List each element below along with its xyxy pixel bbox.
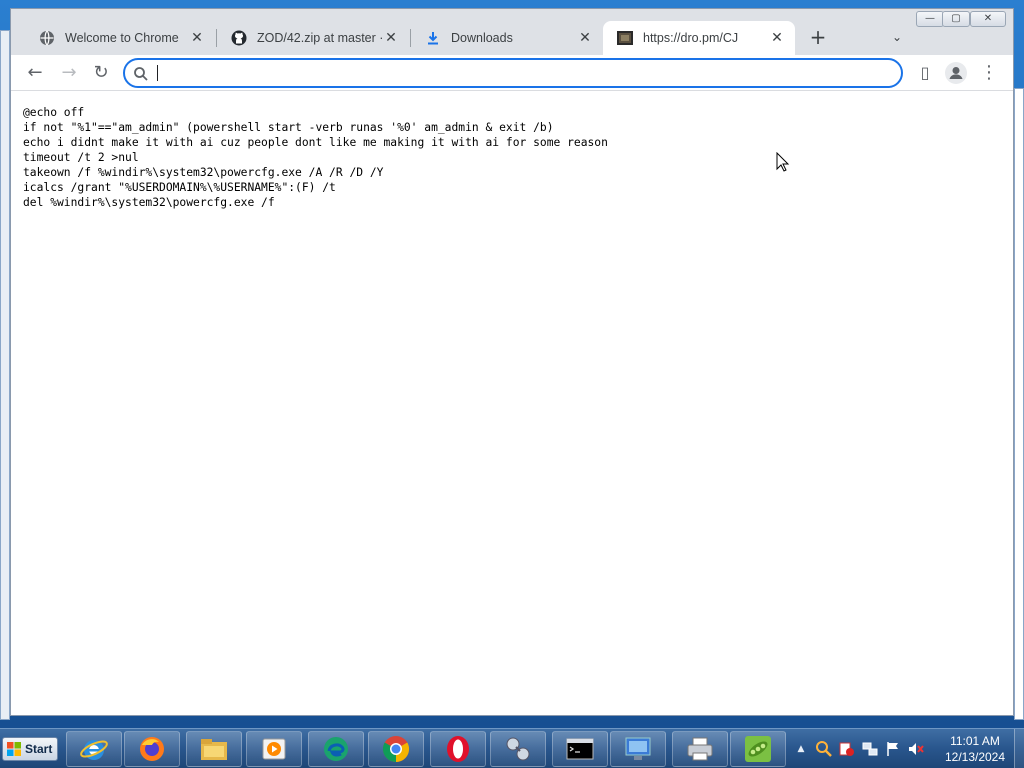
text-caret <box>157 65 158 81</box>
new-tab-button[interactable]: + <box>806 25 830 49</box>
globe-icon <box>39 30 55 46</box>
start-button[interactable]: Start <box>2 737 58 761</box>
clock[interactable]: 11:01 AM 12/13/2024 <box>940 733 1010 765</box>
printer-icon <box>687 737 713 761</box>
page-content: @echo off if not "%1"=="am_admin" (powers… <box>11 91 1013 715</box>
script-line: echo i didnt make it with ai cuz people … <box>23 136 608 149</box>
desktop: Welcome to Chrome ✕ ZOD/42.zip at master… <box>0 0 1024 728</box>
opera-icon <box>447 736 469 762</box>
security-tray-icon[interactable] <box>838 740 856 758</box>
tab-close-icon[interactable]: ✕ <box>769 30 785 46</box>
script-line: timeout /t 2 >nul <box>23 151 139 164</box>
file-explorer-icon <box>201 739 227 760</box>
taskbar-network-tool[interactable] <box>490 731 546 767</box>
reload-button[interactable]: ↻ <box>89 61 113 85</box>
address-bar[interactable] <box>123 58 903 88</box>
windows-logo-icon <box>7 742 21 756</box>
tab-welcome[interactable]: Welcome to Chrome ✕ <box>25 21 215 55</box>
chrome-icon <box>382 736 410 763</box>
taskbar-edge[interactable] <box>308 731 364 767</box>
tab-title: https://dro.pm/CJ <box>643 31 739 45</box>
tab-close-icon[interactable]: ✕ <box>577 30 593 46</box>
network-tool-icon <box>506 737 530 761</box>
script-line: if not "%1"=="am_admin" (powershell star… <box>23 121 554 134</box>
minimize-button[interactable]: — <box>916 11 944 27</box>
browser-toolbar: ← → ↻ ▯ ⋮ <box>11 55 1013 91</box>
control-panel-icon <box>625 737 651 760</box>
tab-title: Downloads <box>451 31 513 45</box>
script-line: takeown /f %windir%\system32\powercfg.ex… <box>23 166 384 179</box>
show-hidden-icons-button[interactable]: ▲ <box>792 740 810 758</box>
tab-close-icon[interactable]: ✕ <box>383 30 399 46</box>
internet-explorer-icon <box>80 740 108 760</box>
tab-downloads[interactable]: Downloads ✕ <box>411 21 603 55</box>
forward-button[interactable]: → <box>57 61 81 85</box>
download-icon <box>425 30 441 46</box>
tab-dro-pm[interactable]: https://dro.pm/CJ ✕ <box>603 21 795 55</box>
taskbar-file-explorer[interactable] <box>186 731 242 767</box>
taskbar-printer[interactable] <box>672 731 728 767</box>
mouse-pointer-icon <box>776 152 790 172</box>
address-input[interactable] <box>155 64 875 82</box>
start-label: Start <box>25 742 53 756</box>
tab-title: Welcome to Chrome <box>65 31 179 45</box>
script-line: del %windir%\system32\powercfg.exe /f <box>23 196 275 209</box>
edge-icon <box>324 737 348 761</box>
back-button[interactable]: ← <box>23 61 47 85</box>
close-window-button[interactable]: ✕ <box>970 11 1006 27</box>
taskbar: Start ▲ 11:01 AM 12/13/2024 <box>0 728 1024 768</box>
peazip-icon <box>745 736 771 762</box>
background-window-edge-left <box>0 30 10 720</box>
taskbar-opera[interactable] <box>430 731 486 767</box>
taskbar-media-player[interactable] <box>246 731 302 767</box>
firefox-icon <box>140 737 164 761</box>
tab-close-icon[interactable]: ✕ <box>189 30 205 46</box>
background-window-edge <box>1014 88 1024 720</box>
system-tray: ▲ <box>792 735 930 763</box>
media-player-icon <box>262 738 286 760</box>
command-prompt-icon <box>566 738 594 760</box>
taskbar-command-prompt[interactable] <box>552 731 608 767</box>
chrome-window: Welcome to Chrome ✕ ZOD/42.zip at master… <box>10 8 1014 716</box>
show-desktop-button[interactable] <box>1014 729 1024 768</box>
taskbar-firefox[interactable] <box>124 731 180 767</box>
menu-button[interactable]: ⋮ <box>977 61 1001 85</box>
taskbar-peazip[interactable] <box>730 731 786 767</box>
github-icon <box>231 30 247 46</box>
tab-search-button[interactable]: ⌄ <box>885 25 909 49</box>
taskbar-chrome[interactable] <box>368 731 424 767</box>
script-line: icalcs /grant "%USERDOMAIN%\%USERNAME%":… <box>23 181 336 194</box>
script-text: @echo off if not "%1"=="am_admin" (powers… <box>23 105 608 210</box>
network-tray-icon[interactable] <box>861 740 879 758</box>
person-icon <box>949 67 963 79</box>
search-tray-icon[interactable] <box>815 740 833 758</box>
script-line: @echo off <box>23 106 85 119</box>
site-favicon <box>617 30 633 46</box>
clock-date: 12/13/2024 <box>944 750 1006 764</box>
tab-strip: Welcome to Chrome ✕ ZOD/42.zip at master… <box>11 9 1013 55</box>
tab-title: ZOD/42.zip at master · iamtraction/ZOD <box>257 31 383 45</box>
tab-github[interactable]: ZOD/42.zip at master · iamtraction/ZOD ✕ <box>217 21 409 55</box>
action-center-flag-icon[interactable] <box>884 740 902 758</box>
side-panel-button[interactable]: ▯ <box>913 61 937 85</box>
maximize-button[interactable]: ▢ <box>942 11 970 27</box>
taskbar-control-panel[interactable] <box>610 731 666 767</box>
volume-muted-icon[interactable] <box>907 740 925 758</box>
clock-time: 11:01 AM <box>950 734 1000 748</box>
taskbar-internet-explorer[interactable] <box>66 731 122 767</box>
profile-avatar[interactable] <box>945 62 967 84</box>
search-icon <box>134 67 148 81</box>
